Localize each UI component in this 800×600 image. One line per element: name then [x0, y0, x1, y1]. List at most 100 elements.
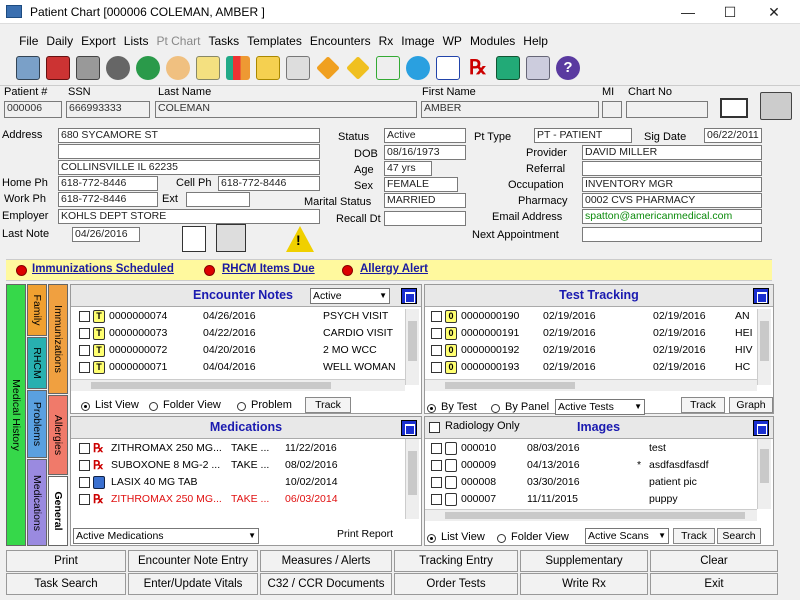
work-phone-field[interactable]: 618-772-8446	[58, 192, 158, 207]
vertical-scrollbar[interactable]	[405, 309, 419, 385]
tab-allergies[interactable]: Allergies	[48, 395, 68, 475]
address1-field[interactable]: 680 SYCAMORE ST	[58, 128, 320, 143]
recall-date-field[interactable]	[384, 211, 466, 226]
encounter-row[interactable]: T 0000000072 04/20/2016 2 MO WCC	[71, 343, 403, 359]
cell-phone-field[interactable]: 618-772-8446	[218, 176, 320, 191]
referral-field[interactable]	[582, 161, 762, 176]
menu-pt-chart[interactable]: Pt Chart	[152, 30, 204, 52]
status-field[interactable]: Active	[384, 128, 466, 143]
home-phone-field[interactable]: 618-772-8446	[58, 176, 158, 191]
menu-rx[interactable]: Rx	[375, 30, 398, 52]
note-icon[interactable]	[182, 226, 206, 252]
write-rx-button[interactable]: Write Rx	[520, 573, 648, 595]
image-row[interactable]: 000009 04/13/2016 * asdfasdfasdf	[425, 458, 757, 474]
immunizations-scheduled-link[interactable]: Immunizations Scheduled	[32, 263, 174, 275]
test-track-button[interactable]: Track	[681, 397, 725, 413]
image-row[interactable]: 000008 03/30/2016 patient pic	[425, 475, 757, 491]
add-patient-icon[interactable]	[136, 56, 160, 80]
order-tests-button[interactable]: Order Tests	[394, 573, 518, 595]
medication-row[interactable]: LASIX 40 MG TAB 10/02/2014	[71, 475, 403, 491]
clipboard-icon[interactable]	[286, 56, 310, 80]
first-name-field[interactable]: AMBER	[421, 101, 599, 118]
marital-status-field[interactable]: MARRIED	[384, 193, 466, 208]
vertical-scrollbar[interactable]	[405, 439, 419, 519]
row-checkbox[interactable]	[431, 443, 442, 454]
by-test-radio[interactable]	[427, 404, 436, 413]
rhcm-items-due-link[interactable]: RHCM Items Due	[222, 263, 315, 275]
row-checkbox[interactable]	[79, 328, 90, 339]
help-icon[interactable]: ?	[556, 56, 580, 80]
image-track-button[interactable]: Track	[673, 528, 715, 544]
exit-button[interactable]: Exit	[650, 573, 778, 595]
horizontal-scrollbar[interactable]	[425, 379, 757, 391]
horizontal-scrollbar[interactable]	[425, 509, 757, 521]
maximize-icon[interactable]	[401, 288, 417, 304]
horizontal-scrollbar[interactable]	[71, 379, 405, 391]
menu-tasks[interactable]: Tasks	[204, 30, 243, 52]
row-checkbox[interactable]	[431, 362, 442, 373]
address2-field[interactable]	[58, 144, 320, 159]
supplementary-button[interactable]: Supplementary	[520, 550, 648, 572]
test-row[interactable]: 0 0000000193 02/19/2016 02/19/2016 HC	[425, 360, 757, 376]
encounter-row[interactable]: T 0000000074 04/26/2016 PSYCH VISIT	[71, 309, 403, 325]
problem-radio[interactable]	[237, 402, 246, 411]
row-checkbox[interactable]	[79, 443, 90, 454]
by-panel-radio[interactable]	[491, 404, 500, 413]
row-checkbox[interactable]	[79, 345, 90, 356]
sex-field[interactable]: FEMALE	[384, 177, 458, 192]
vertical-scrollbar[interactable]	[757, 309, 771, 385]
image-list-view-radio[interactable]	[427, 534, 436, 543]
print-report-button[interactable]: Print Report	[325, 527, 405, 543]
ssn-field[interactable]: 666993333	[66, 101, 150, 118]
enter-update-vitals-button[interactable]: Enter/Update Vitals	[128, 573, 258, 595]
printer-icon[interactable]	[760, 92, 792, 120]
maximize-icon[interactable]	[401, 420, 417, 436]
menu-modules[interactable]: Modules	[466, 30, 519, 52]
maximize-icon[interactable]	[753, 420, 769, 436]
row-checkbox[interactable]	[431, 311, 442, 322]
medication-row[interactable]: ℞ ZITHROMAX 250 MG... TAKE ... 06/03/2014	[71, 492, 403, 508]
menu-encounters[interactable]: Encounters	[306, 30, 375, 52]
tab-problems[interactable]: Problems	[27, 390, 47, 458]
ext-field[interactable]	[186, 192, 250, 207]
encounter-row[interactable]: T 0000000073 04/22/2016 CARDIO VISIT	[71, 326, 403, 342]
refresh-icon[interactable]	[406, 56, 430, 80]
chart-no-field[interactable]	[626, 101, 708, 118]
pt-type-field[interactable]: PT - PATIENT	[534, 128, 632, 143]
next-appointment-field[interactable]	[582, 227, 762, 242]
folder-view-radio[interactable]	[149, 402, 158, 411]
mi-field[interactable]	[602, 101, 622, 118]
close-button[interactable]: ✕	[756, 2, 792, 22]
clear-button[interactable]: Clear	[650, 550, 778, 572]
age-field[interactable]: 47 yrs	[384, 161, 432, 176]
test-row[interactable]: 0 0000000190 02/19/2016 02/19/2016 AN	[425, 309, 757, 325]
tab-rhcm[interactable]: RHCM	[27, 337, 47, 389]
encounter-filter-select[interactable]: Active	[310, 288, 390, 304]
row-checkbox[interactable]	[431, 345, 442, 356]
tab-medical-history[interactable]: Medical History	[6, 284, 26, 546]
allergy-alert-link[interactable]: Allergy Alert	[360, 263, 428, 275]
printer-icon[interactable]	[76, 56, 100, 80]
menu-file[interactable]: File	[15, 30, 42, 52]
patient-no-field[interactable]: 000006	[4, 101, 62, 118]
pushpin-icon[interactable]	[316, 56, 340, 80]
menu-export[interactable]: Export	[77, 30, 120, 52]
test-row[interactable]: 0 0000000192 02/19/2016 02/19/2016 HIV	[425, 343, 757, 359]
tab-medications[interactable]: Medications	[27, 459, 47, 546]
occupation-field[interactable]: INVENTORY MGR	[582, 177, 762, 192]
list-view-radio[interactable]	[81, 402, 90, 411]
row-checkbox[interactable]	[79, 460, 90, 471]
menu-lists[interactable]: Lists	[120, 30, 153, 52]
last-name-field[interactable]: COLEMAN	[155, 101, 417, 118]
encounter-row[interactable]: T 0000000071 04/04/2016 WELL WOMAN	[71, 360, 403, 376]
test-filter-select[interactable]: Active Tests	[555, 399, 645, 415]
search-button[interactable]: Search	[717, 528, 761, 544]
row-checkbox[interactable]	[79, 477, 90, 488]
image-folder-view-radio[interactable]	[497, 534, 506, 543]
provider-field[interactable]: DAVID MILLER	[582, 145, 762, 160]
encounter-note-entry-button[interactable]: Encounter Note Entry	[128, 550, 258, 572]
maximize-button[interactable]: ☐	[712, 2, 748, 22]
row-checkbox[interactable]	[79, 311, 90, 322]
tab-immunizations[interactable]: Immunizations	[48, 284, 68, 394]
row-checkbox[interactable]	[431, 328, 442, 339]
